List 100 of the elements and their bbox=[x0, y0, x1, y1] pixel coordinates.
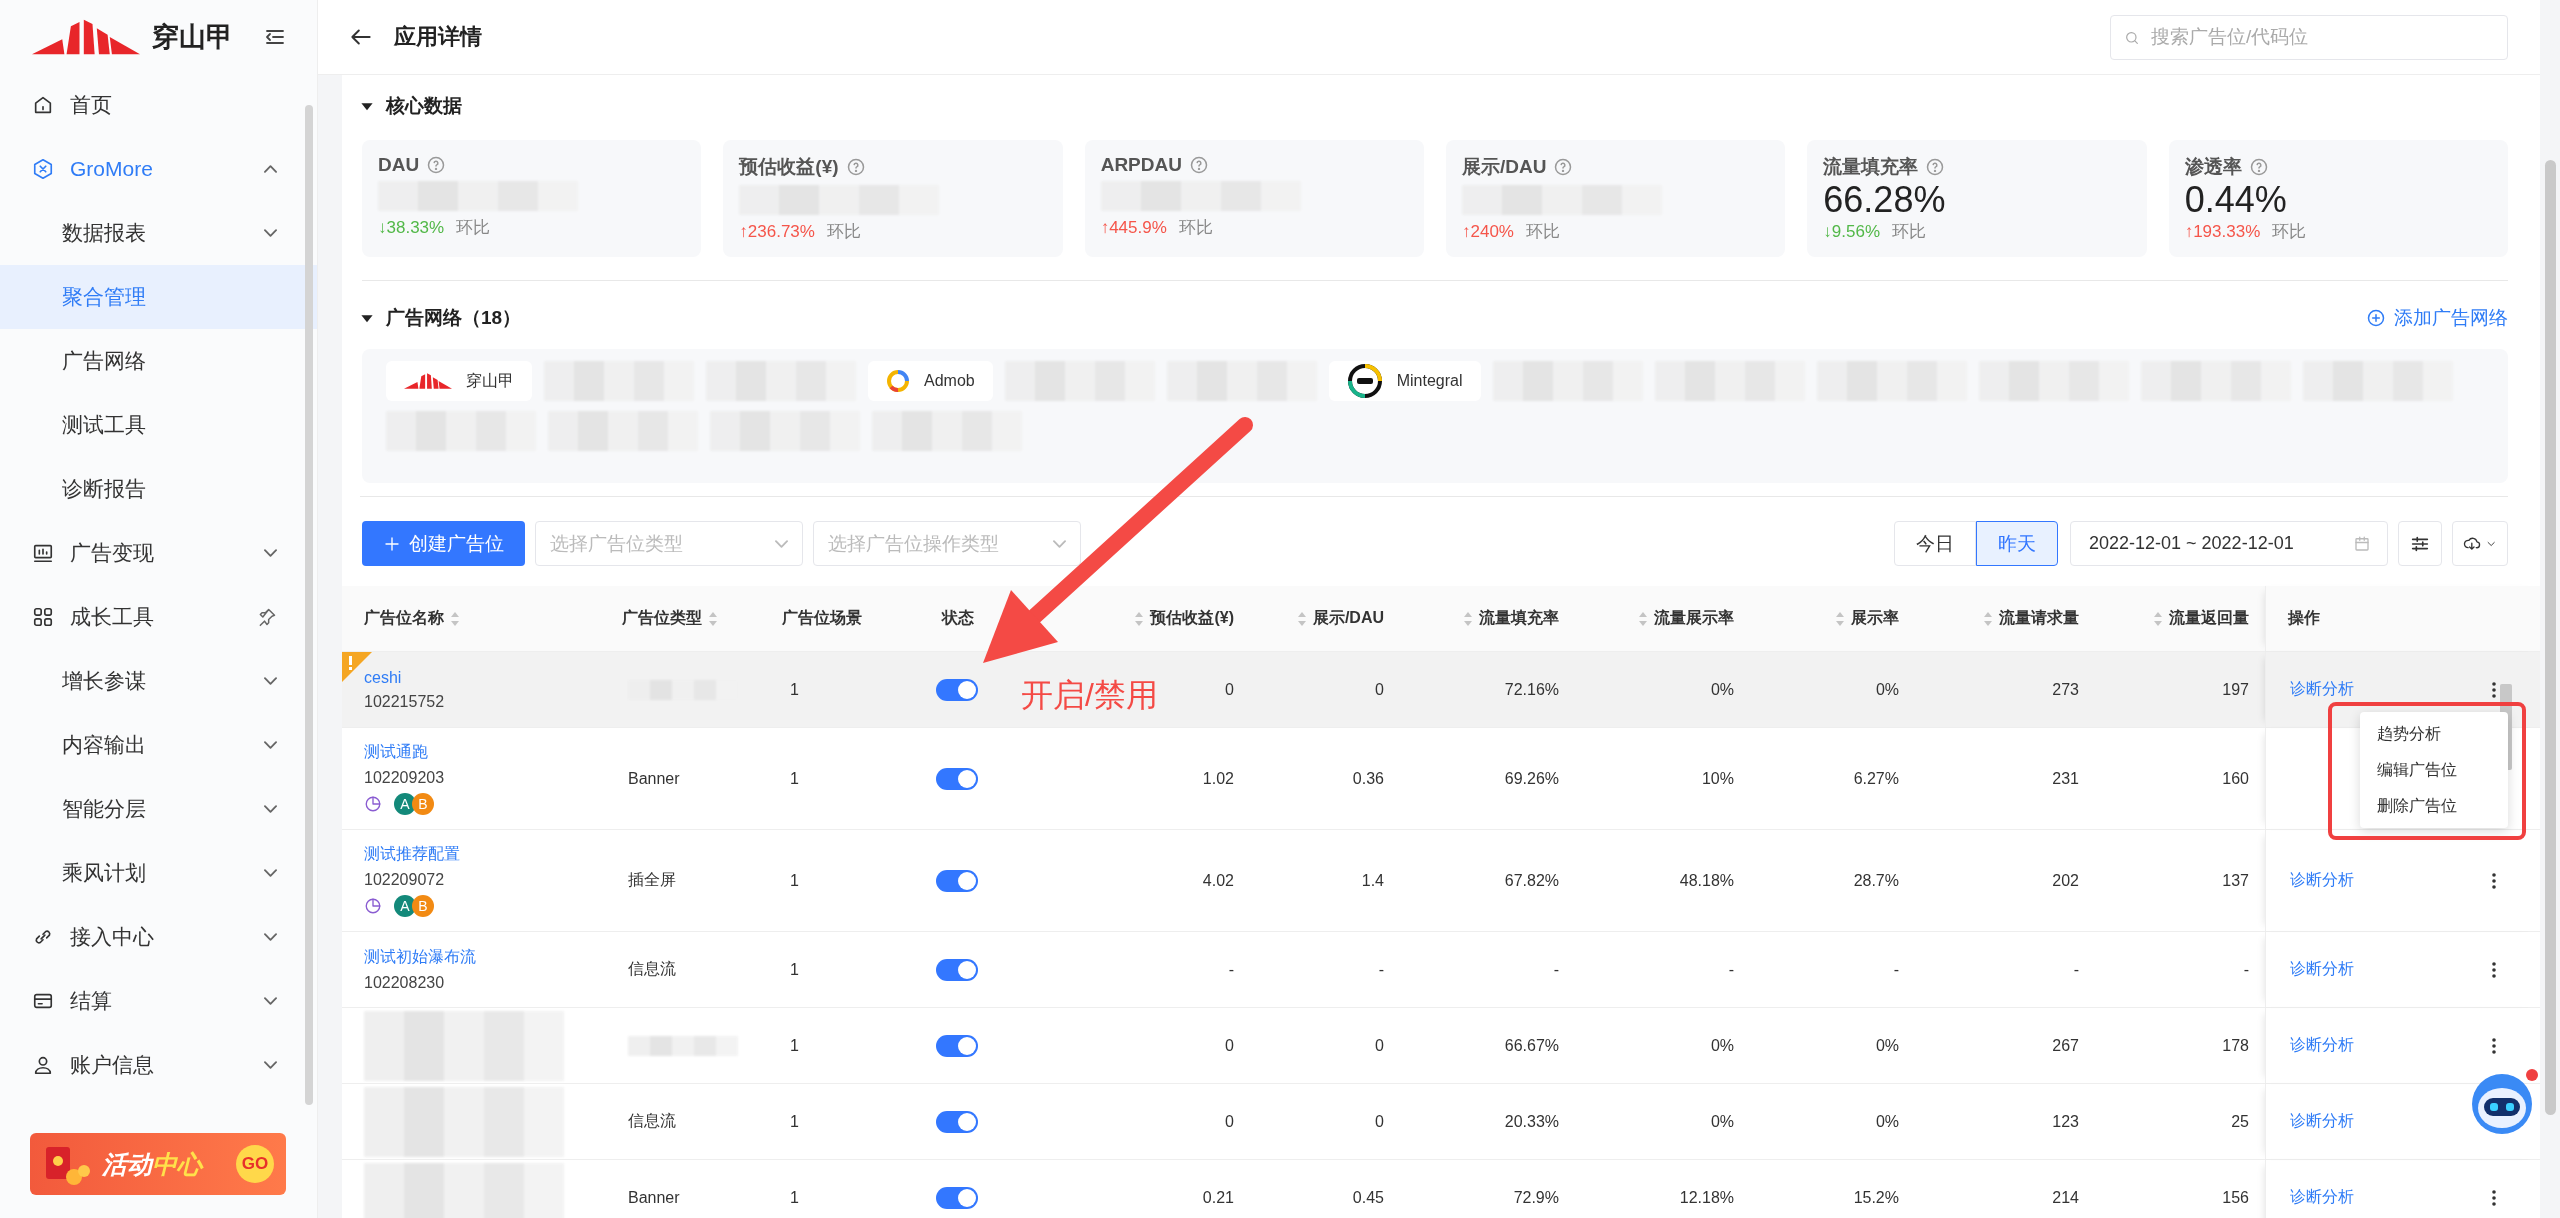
metric-change: ↑193.33% bbox=[2184, 221, 2261, 242]
plus-icon bbox=[383, 534, 401, 553]
table-cell: - bbox=[1728, 960, 1734, 979]
id-text: 102215752 bbox=[364, 692, 445, 711]
more-icon[interactable] bbox=[2492, 961, 2496, 978]
status-toggle[interactable] bbox=[936, 1186, 978, 1209]
annotation-text: 开启/禁用 bbox=[1021, 676, 1158, 715]
table-cell: 25 bbox=[2231, 1112, 2249, 1131]
menu-item[interactable]: 广告网络 bbox=[0, 329, 317, 393]
diagnose-link[interactable]: 诊断分析 bbox=[2290, 1035, 2354, 1056]
name-link[interactable]: 测试初始瀑布流 bbox=[364, 947, 476, 968]
help-icon bbox=[427, 156, 446, 174]
table-cell-text: 信息流 bbox=[628, 959, 676, 979]
network-chip[interactable]: 穿山甲 bbox=[386, 361, 532, 401]
metric-value: 0.44% bbox=[2184, 180, 2287, 220]
metric-change: ↑236.73% bbox=[739, 221, 815, 242]
create-button[interactable]: 创建广告位 bbox=[362, 521, 525, 566]
status-toggle[interactable] bbox=[936, 1034, 978, 1057]
menu-item[interactable]: 测试工具 bbox=[0, 393, 317, 457]
table-cell: 72.16% bbox=[1504, 680, 1559, 699]
menu-option[interactable]: 趋势分析 bbox=[2360, 720, 2508, 748]
menu-item[interactable]: 数据报表 bbox=[0, 201, 317, 265]
table-cell: 20.33% bbox=[1504, 1112, 1559, 1131]
more-icon[interactable] bbox=[2492, 1189, 2496, 1206]
diagnose-link[interactable]: 诊断分析 bbox=[2290, 1111, 2354, 1132]
table-cell: - bbox=[1893, 960, 1899, 979]
menu-item[interactable]: 结算 bbox=[0, 969, 317, 1033]
table-cell: - bbox=[2073, 960, 2079, 979]
menu-item[interactable]: 内容输出 bbox=[0, 713, 317, 777]
ab-badge: B bbox=[412, 895, 434, 917]
calendar-icon bbox=[2353, 534, 2371, 553]
help-icon bbox=[846, 158, 865, 176]
menu-item[interactable]: 接入中心 bbox=[0, 905, 317, 969]
table-cell: 197 bbox=[2222, 680, 2249, 699]
menu-item[interactable]: 增长参谋 bbox=[0, 649, 317, 713]
table-cell: 0 bbox=[1225, 680, 1234, 699]
compare-label: 环比 bbox=[456, 217, 491, 239]
menu-item[interactable]: 账户信息 bbox=[0, 1033, 317, 1097]
table-cell: 0 bbox=[1375, 680, 1384, 699]
table-cell: 1 bbox=[790, 769, 799, 788]
table-cell: 0% bbox=[1875, 1112, 1899, 1131]
table-cell: - bbox=[1378, 960, 1384, 979]
menu-item[interactable]: 广告变现 bbox=[0, 521, 317, 585]
plus-circle-icon bbox=[2366, 308, 2386, 328]
robot-assistant-icon[interactable] bbox=[2472, 1074, 2532, 1134]
menu-option[interactable]: 删除广告位 bbox=[2360, 792, 2508, 820]
table-cell: 1 bbox=[790, 871, 799, 890]
settings-button[interactable] bbox=[2398, 521, 2442, 566]
table-cell: 0 bbox=[1375, 1112, 1384, 1131]
range-tab[interactable]: 今日 bbox=[1894, 521, 1976, 566]
search-field[interactable]: 搜索广告位/代码位 bbox=[2110, 14, 2508, 60]
status-toggle[interactable] bbox=[936, 678, 978, 701]
promo-text: 活动中心 bbox=[102, 1148, 205, 1180]
status-toggle[interactable] bbox=[936, 869, 978, 892]
diagnose-link[interactable]: 诊断分析 bbox=[2290, 870, 2354, 891]
chevron-icon bbox=[775, 539, 788, 548]
name-link[interactable]: ceshi bbox=[364, 668, 445, 687]
status-toggle[interactable] bbox=[936, 958, 978, 981]
menu-item[interactable]: 成长工具 bbox=[0, 585, 317, 649]
add-network-link[interactable]: 添加广告网络 bbox=[2366, 305, 2508, 331]
diagnose-link[interactable]: 诊断分析 bbox=[2290, 679, 2354, 700]
menu-item[interactable]: 诊断报告 bbox=[0, 457, 317, 521]
status-toggle[interactable] bbox=[936, 767, 978, 790]
metric-label: 渗透率 bbox=[2184, 155, 2242, 179]
menu-item[interactable]: 首页 bbox=[0, 73, 317, 137]
ab-badge: A bbox=[394, 793, 416, 815]
column-header: 预估收益(¥) bbox=[1150, 608, 1234, 628]
compare-label: 环比 bbox=[826, 221, 861, 243]
column-header: 流量请求量 bbox=[1999, 608, 2079, 628]
chevron-icon bbox=[1053, 539, 1066, 548]
table-cell: 273 bbox=[2052, 680, 2079, 699]
more-icon[interactable] bbox=[2492, 1037, 2496, 1054]
table-cell: 0 bbox=[1225, 1036, 1234, 1055]
table-cell: 0% bbox=[1875, 680, 1899, 699]
table-cell-text: 插全屏 bbox=[628, 870, 676, 890]
scrollbar[interactable] bbox=[2545, 160, 2556, 1115]
menu-item[interactable]: GroMore bbox=[0, 137, 317, 201]
more-icon[interactable] bbox=[2492, 681, 2496, 698]
table-cell: 0.36 bbox=[1352, 769, 1384, 788]
network-chip[interactable]: Mintegral bbox=[1328, 361, 1481, 401]
name-link[interactable]: 测试通跑 bbox=[364, 742, 445, 763]
diagnose-link[interactable]: 诊断分析 bbox=[2290, 1187, 2354, 1208]
date-range-field[interactable]: 2022-12-01 ~ 2022-12-01 bbox=[2070, 521, 2388, 566]
table-cell: 66.67% bbox=[1504, 1036, 1559, 1055]
scrollbar[interactable] bbox=[305, 105, 313, 1105]
table-cell: 137 bbox=[2222, 871, 2249, 890]
range-tab[interactable]: 昨天 bbox=[1976, 521, 2058, 566]
menu-option[interactable]: 编辑广告位 bbox=[2360, 756, 2508, 784]
status-toggle[interactable] bbox=[936, 1110, 978, 1133]
name-link[interactable]: 测试推荐配置 bbox=[364, 844, 460, 865]
download-button[interactable] bbox=[2452, 521, 2508, 566]
network-chip[interactable]: Admob bbox=[868, 361, 993, 401]
metric-label: 流量填充率 bbox=[1823, 155, 1919, 179]
help-icon bbox=[1189, 156, 1208, 174]
metric-label: 展示/DAU bbox=[1462, 155, 1547, 179]
help-icon bbox=[1554, 158, 1573, 176]
diagnose-link[interactable]: 诊断分析 bbox=[2290, 959, 2354, 980]
menu-item[interactable]: 智能分层 bbox=[0, 777, 317, 841]
menu-item[interactable]: 乘风计划 bbox=[0, 841, 317, 905]
more-icon[interactable] bbox=[2492, 872, 2496, 889]
